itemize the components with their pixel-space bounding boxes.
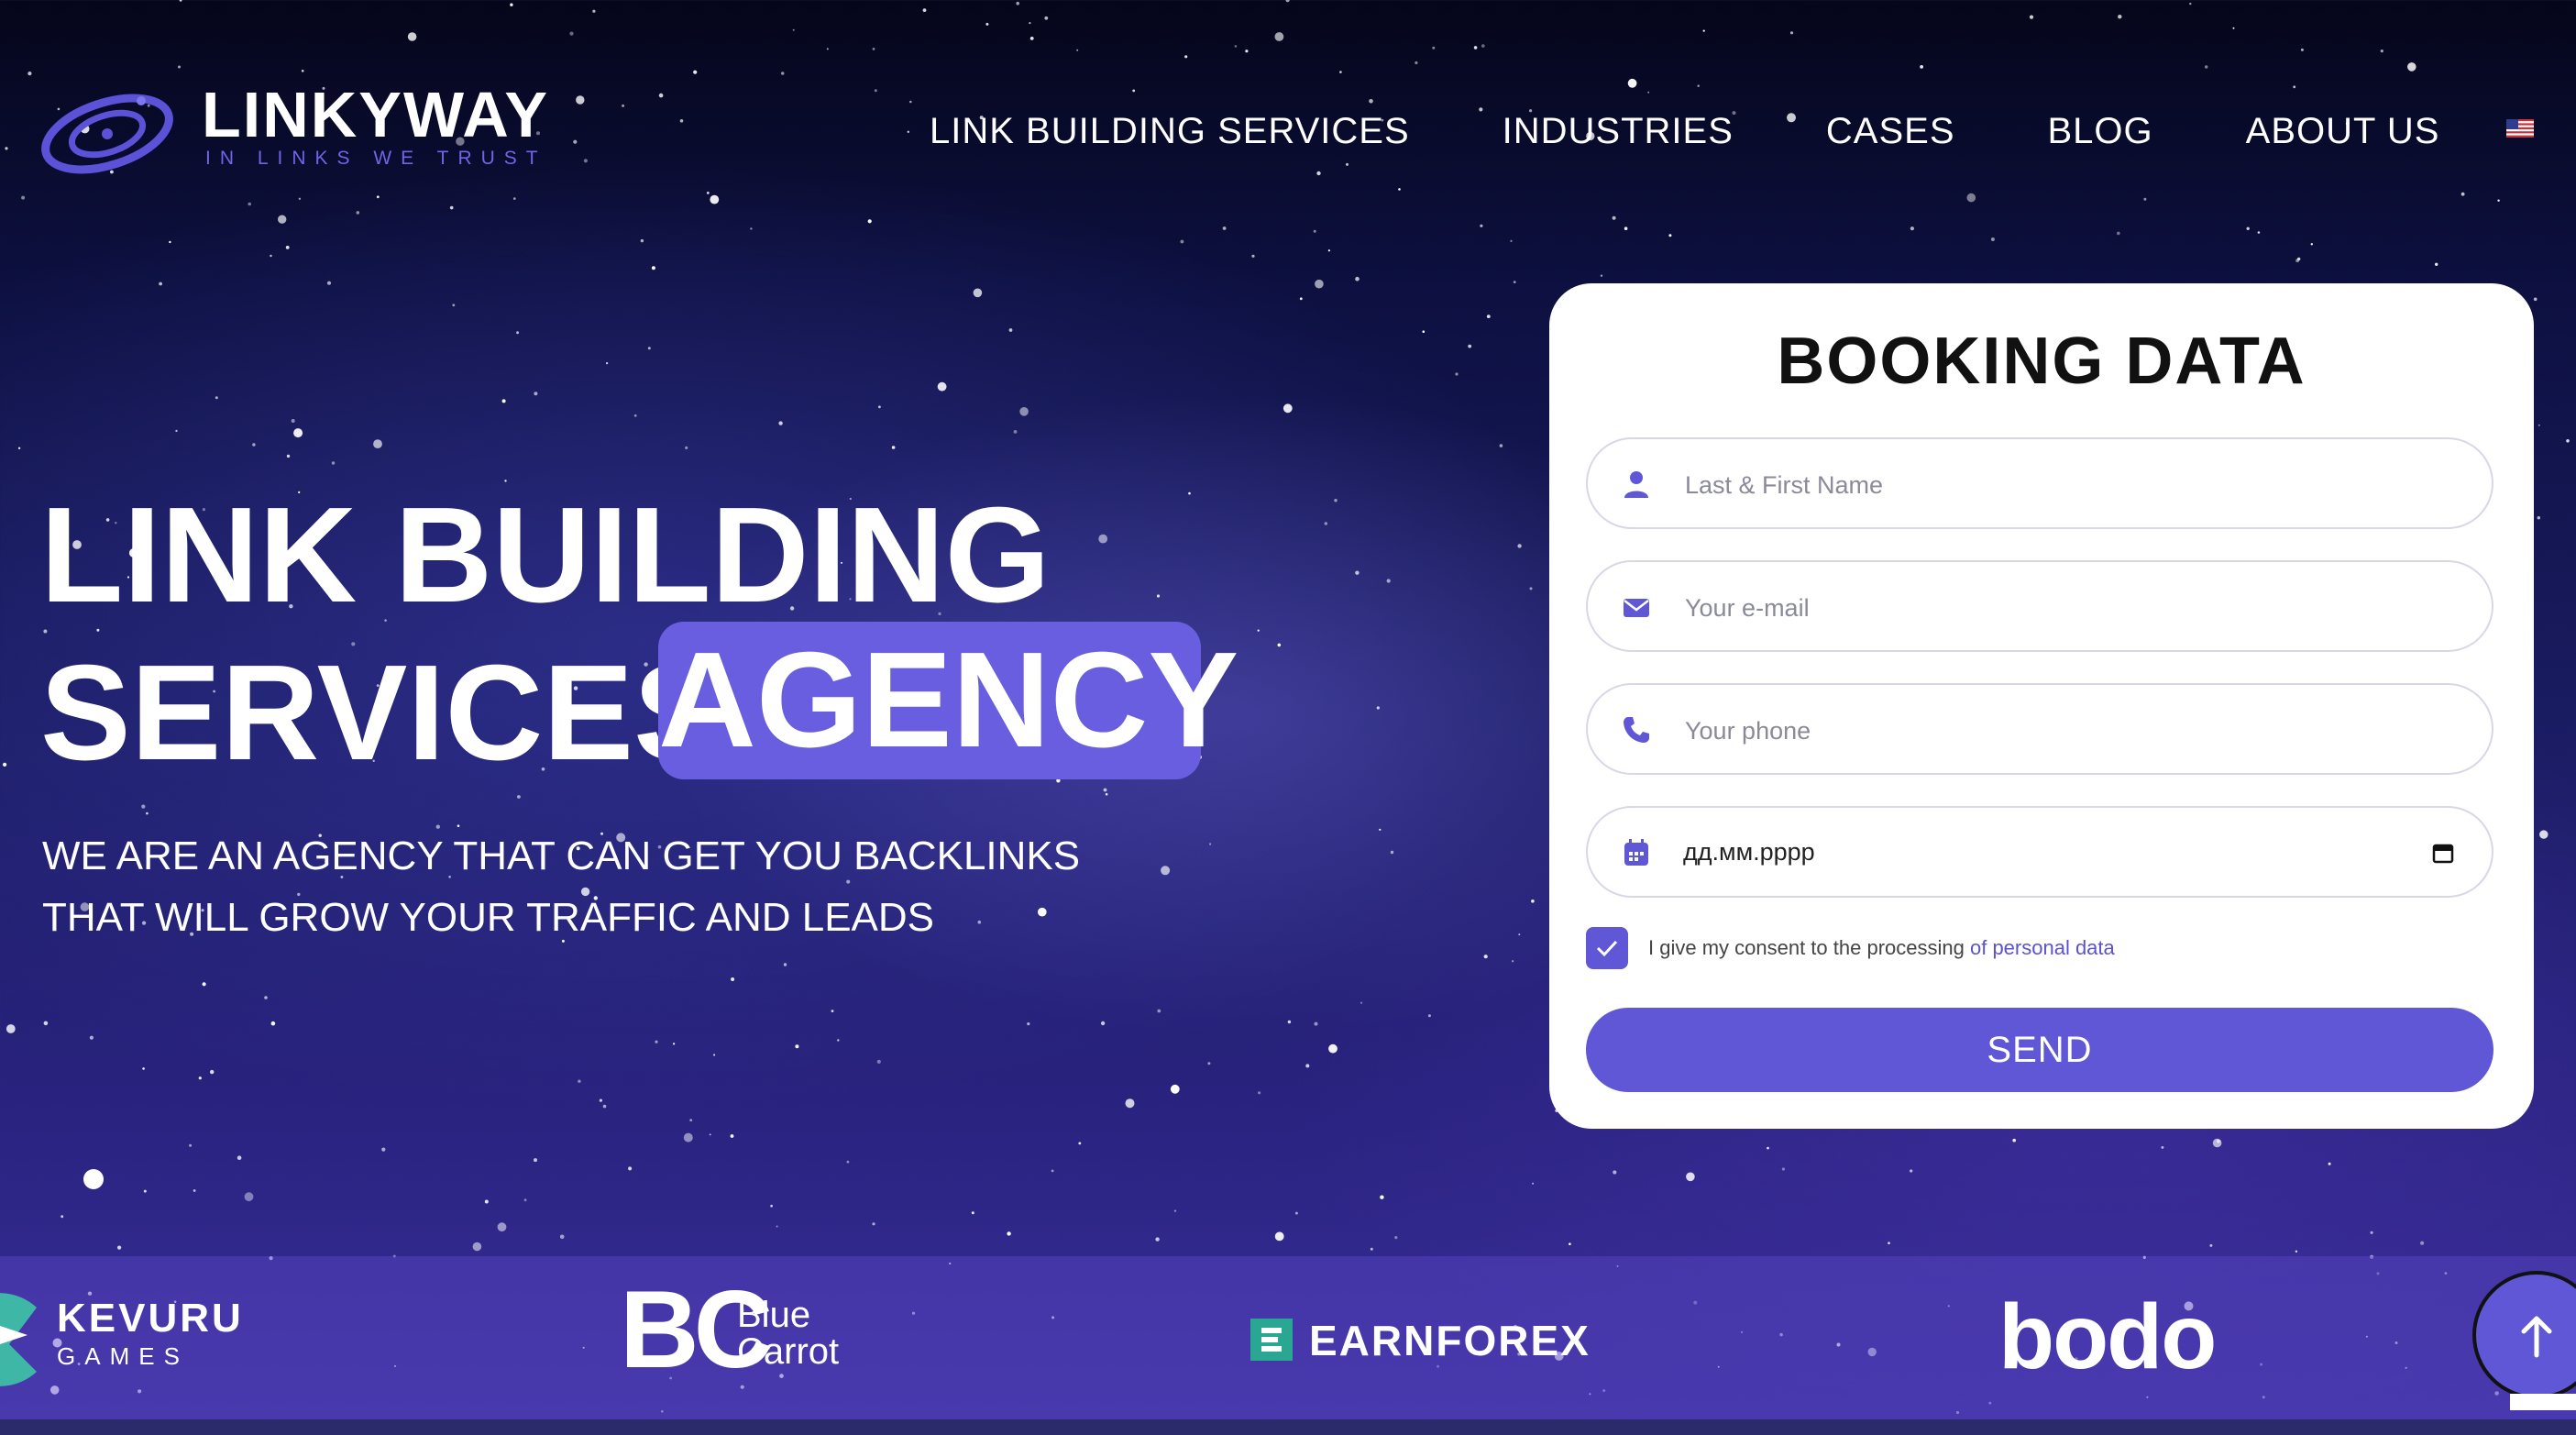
bodo-logo: bodo — [1998, 1286, 2217, 1388]
phone-field[interactable] — [1586, 683, 2493, 775]
email-field[interactable] — [1586, 560, 2493, 652]
consent-text: I give my consent to the processing of p… — [1648, 936, 2115, 960]
us-flag-icon[interactable] — [2506, 119, 2534, 138]
orbit-logo-icon — [41, 94, 173, 174]
name-field[interactable] — [1586, 437, 2493, 529]
calendar-icon — [1624, 839, 1648, 866]
booking-form-card: BOOKING DATA дд.мм.рррр — [1549, 283, 2534, 1129]
recaptcha-badge[interactable] — [2510, 1394, 2576, 1410]
earnforex-logo-name: EARNFOREX — [1309, 1317, 1591, 1364]
blue-carrot-line2: Carrot — [737, 1331, 840, 1372]
hero-subtitle-line2: THAT WILL GROW YOUR TRAFFIC AND LEADS — [42, 895, 935, 940]
envelope-icon — [1624, 599, 1649, 617]
name-input[interactable] — [1683, 461, 2420, 509]
personal-data-link[interactable]: of personal data — [1970, 936, 2115, 959]
partners-strip: KEVURU GAMES BC Blue Carrot EARNFOREX bo… — [0, 1256, 2576, 1419]
kevuru-logo-name: KEVURU — [57, 1296, 244, 1341]
nav-industries[interactable]: INDUSTRIES — [1503, 111, 1734, 152]
user-icon — [1624, 471, 1648, 498]
kevuru-logo-icon — [0, 1293, 37, 1386]
booking-form-title: BOOKING DATA — [1777, 325, 2306, 398]
arrow-up-icon — [2521, 1316, 2552, 1358]
nav-link-building-services[interactable]: LINK BUILDING SERVICES — [930, 111, 1410, 152]
checkmark-icon — [1596, 940, 1618, 957]
logo-tagline: IN LINKS WE TRUST — [205, 148, 547, 169]
hero-subtitle: WE ARE AN AGENCY THAT CAN GET YOU BACKLI… — [42, 825, 1234, 948]
main-nav: LINK BUILDING SERVICES INDUSTRIES CASES … — [930, 108, 2439, 154]
nav-about-us[interactable]: ABOUT US — [2246, 111, 2440, 152]
bottom-bar — [0, 1419, 2576, 1435]
blue-carrot-line1: Blue — [737, 1295, 811, 1335]
consent-checkbox[interactable] — [1586, 927, 1628, 969]
blue-carrot-logo-name: Blue Carrot — [737, 1297, 839, 1370]
send-button[interactable]: SEND — [1586, 1008, 2493, 1092]
hero-title-line1: LINK BUILDING — [40, 480, 1051, 631]
linkyway-logo[interactable]: LINKYWAY IN LINKS WE TRUST — [39, 77, 589, 178]
date-input-value[interactable]: дд.мм.рррр — [1683, 838, 1815, 867]
nav-blog[interactable]: BLOG — [2048, 111, 2153, 152]
earnforex-logo-icon — [1250, 1319, 1293, 1361]
hero-agency-badge: AGENCY — [658, 622, 1238, 779]
date-field[interactable]: дд.мм.рррр — [1586, 806, 2493, 898]
email-input[interactable] — [1683, 584, 2420, 632]
hero-subtitle-line1: WE ARE AN AGENCY THAT CAN GET YOU BACKLI… — [42, 833, 1081, 878]
consent-label: I give my consent to the processing — [1648, 936, 1965, 959]
logo-name: LINKYWAY — [202, 79, 550, 150]
date-picker-icon[interactable] — [2431, 841, 2455, 865]
kevuru-logo-sub: GAMES — [57, 1342, 189, 1370]
consent-row: I give my consent to the processing of p… — [1586, 927, 2115, 969]
nav-cases[interactable]: CASES — [1826, 111, 1955, 152]
phone-input[interactable] — [1683, 707, 2420, 755]
phone-icon — [1624, 717, 1649, 743]
